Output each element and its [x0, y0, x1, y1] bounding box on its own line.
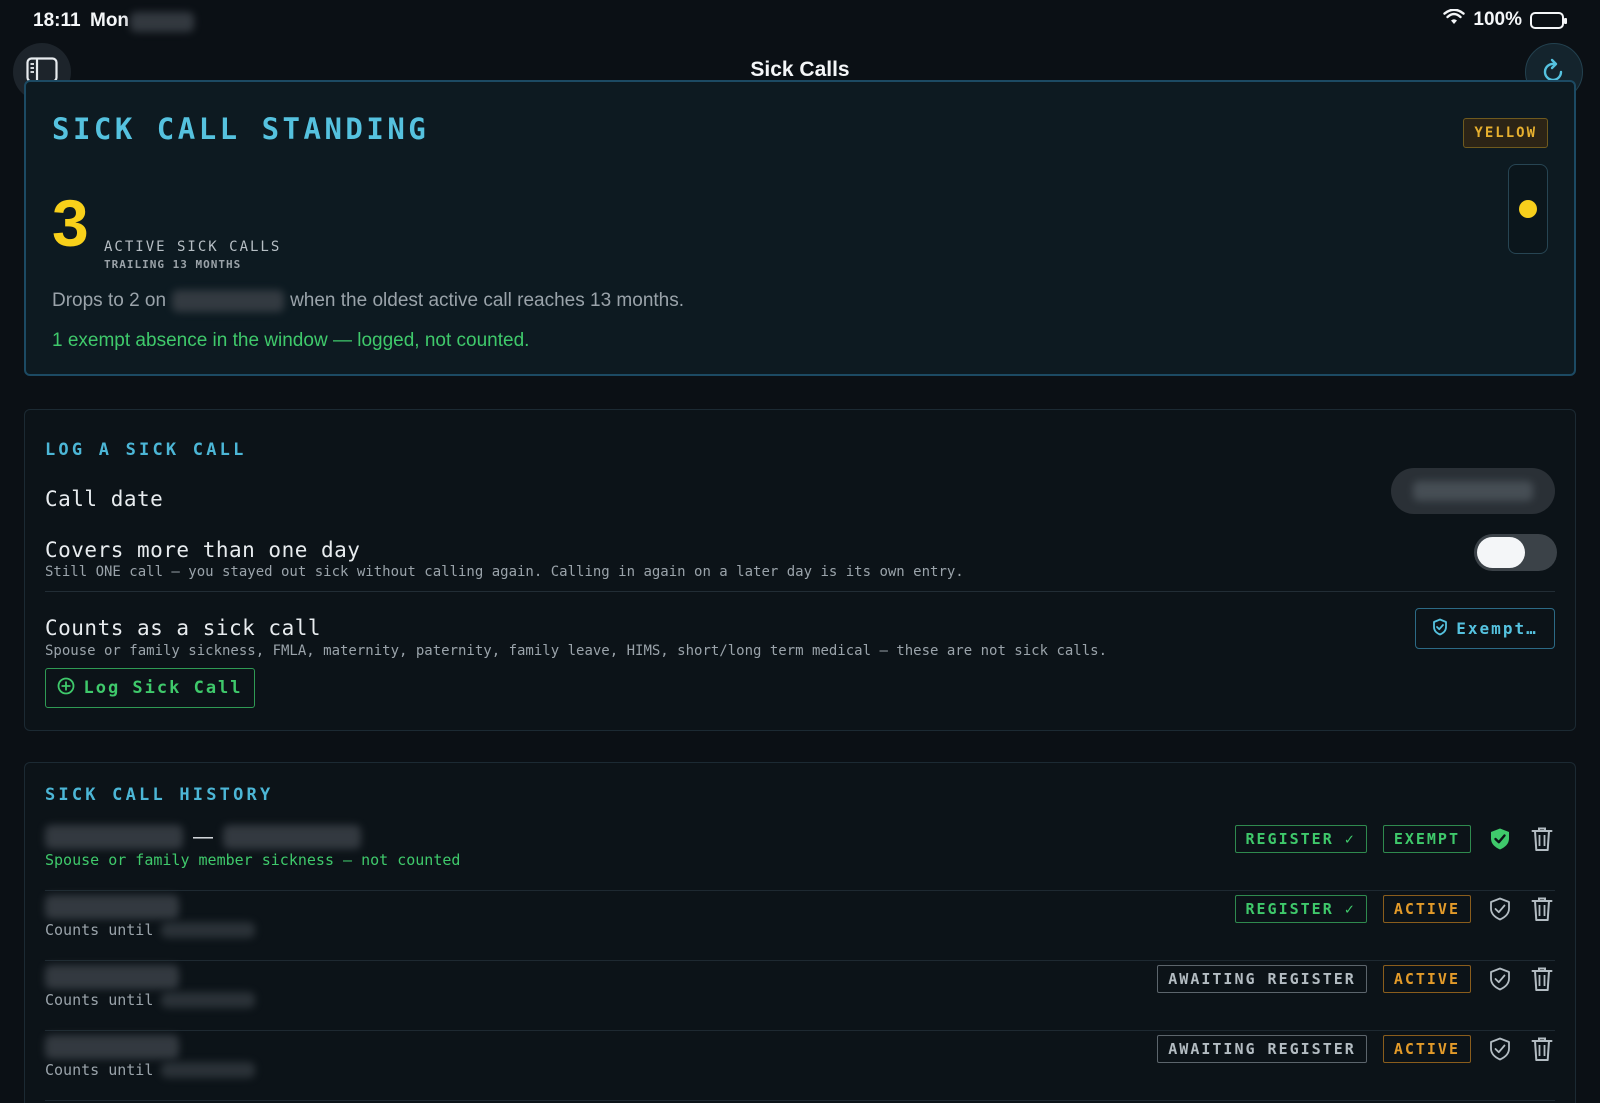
history-row-actions: REGISTER ✓ EXEMPT [1234, 821, 1556, 857]
history-card: SICK CALL HISTORY — Spouse or family mem… [24, 762, 1576, 1103]
redacted-date [45, 895, 179, 919]
trash-icon[interactable] [1529, 825, 1555, 853]
history-row: Counts until AWAITING REGISTER ACTIVE [45, 961, 1555, 1031]
history-row-sub: Counts until [45, 991, 256, 1009]
history-row-sub: Spouse or family member sickness — not c… [45, 851, 460, 869]
shield-check-icon [1432, 618, 1448, 640]
history-row-sub: Counts until [45, 921, 256, 939]
log-section-title: LOG A SICK CALL [45, 440, 247, 460]
history-row: — Spouse or family member sickness — not… [45, 821, 1555, 891]
active-count-sub: TRAILING 13 MONTHS [104, 258, 242, 271]
history-row-note: Counts until [45, 1061, 154, 1079]
drops-prefix: Drops to 2 on [52, 290, 167, 311]
trash-icon[interactable] [1529, 965, 1555, 993]
standing-title: SICK CALL STANDING [52, 112, 430, 146]
covers-sub: Still ONE call — you stayed out sick wit… [45, 564, 964, 580]
call-date-picker[interactable] [1391, 468, 1555, 514]
history-row-actions: AWAITING REGISTER ACTIVE [1157, 961, 1555, 997]
battery-percent: 100% [1473, 9, 1522, 30]
history-date-range: — [45, 825, 361, 849]
battery-icon [1530, 11, 1567, 29]
history-row: Counts until AWAITING REGISTER ACTIVE [45, 1031, 1555, 1101]
status-badge: YELLOW [1463, 118, 1548, 148]
exempt-shield-icon[interactable] [1487, 1035, 1513, 1063]
history-row-sub: Counts until [45, 1061, 256, 1079]
call-date-label: Call date [45, 487, 164, 511]
counts-sub: Spouse or family sickness, FMLA, materni… [45, 643, 1108, 659]
counts-label: Counts as a sick call [45, 616, 322, 640]
status-day: Mon [90, 10, 130, 31]
status-light [1508, 164, 1548, 254]
history-row-note: Counts until [45, 991, 154, 1009]
history-row-actions: AWAITING REGISTER ACTIVE [1157, 1031, 1555, 1067]
exempt-shield-icon[interactable] [1487, 895, 1513, 923]
register-badge[interactable]: REGISTER ✓ [1234, 825, 1367, 853]
drops-line: Drops to 2 on when the oldest active cal… [52, 290, 684, 312]
row-divider [45, 1100, 1555, 1101]
exempt-note: 1 exempt absence in the window — logged,… [52, 330, 530, 351]
history-date [45, 895, 179, 919]
redacted-start-date [45, 825, 183, 849]
date-range-dash: — [193, 825, 213, 848]
redacted-date [45, 965, 179, 989]
register-badge[interactable]: AWAITING REGISTER [1157, 1035, 1367, 1063]
history-row-actions: REGISTER ✓ ACTIVE [1234, 891, 1556, 927]
redacted-until-date [161, 992, 256, 1008]
trash-icon[interactable] [1529, 1035, 1555, 1063]
status-light-dot [1519, 200, 1537, 218]
active-count: 3 [52, 186, 89, 260]
history-row-note: Spouse or family member sickness — not c… [45, 851, 461, 869]
log-button-label: Log Sick Call [83, 678, 243, 698]
standing-card: SICK CALL STANDING YELLOW 3 ACTIVE SICK … [24, 80, 1576, 376]
plus-circle-icon [57, 677, 75, 700]
history-date [45, 965, 179, 989]
status-right: 100% [1443, 8, 1567, 31]
wifi-icon [1443, 8, 1466, 31]
exempt-shield-icon[interactable] [1487, 965, 1513, 993]
log-sick-call-button[interactable]: Log Sick Call [45, 668, 255, 708]
exempt-shield-filled-icon[interactable] [1487, 825, 1513, 853]
status-badge: ACTIVE [1382, 895, 1471, 923]
history-date [45, 1035, 179, 1059]
redacted-date [130, 12, 194, 32]
trash-icon[interactable] [1529, 895, 1555, 923]
divider [45, 591, 1555, 592]
redacted-drop-date [172, 290, 285, 312]
register-badge[interactable]: REGISTER ✓ [1234, 895, 1367, 923]
redacted-date [45, 1035, 179, 1059]
history-section-title: SICK CALL HISTORY [45, 785, 274, 805]
history-row: Counts until REGISTER ✓ ACTIVE [45, 891, 1555, 961]
page-title: Sick Calls [750, 58, 850, 81]
redacted-until-date [161, 1062, 256, 1078]
log-card: LOG A SICK CALL Call date Covers more th… [24, 409, 1576, 731]
drops-suffix: when the oldest active call reaches 13 m… [290, 290, 685, 311]
toggle-knob [1477, 537, 1525, 568]
register-badge[interactable]: AWAITING REGISTER [1157, 965, 1367, 993]
history-row-note: Counts until [45, 921, 154, 939]
status-bar: 18:11 Mon 100% [0, 0, 1600, 40]
status-badge: ACTIVE [1382, 965, 1471, 993]
status-badge: ACTIVE [1382, 1035, 1471, 1063]
redacted-end-date [223, 825, 361, 849]
covers-label: Covers more than one day [45, 538, 361, 562]
exempt-button[interactable]: Exempt… [1415, 608, 1555, 649]
active-count-label: ACTIVE SICK CALLS [104, 239, 282, 255]
exempt-button-label: Exempt… [1456, 619, 1538, 638]
status-badge: EXEMPT [1382, 825, 1471, 853]
status-time: 18:11 [33, 10, 81, 31]
redacted-until-date [161, 922, 256, 938]
redacted-call-date [1413, 481, 1533, 501]
covers-toggle[interactable] [1474, 534, 1557, 571]
